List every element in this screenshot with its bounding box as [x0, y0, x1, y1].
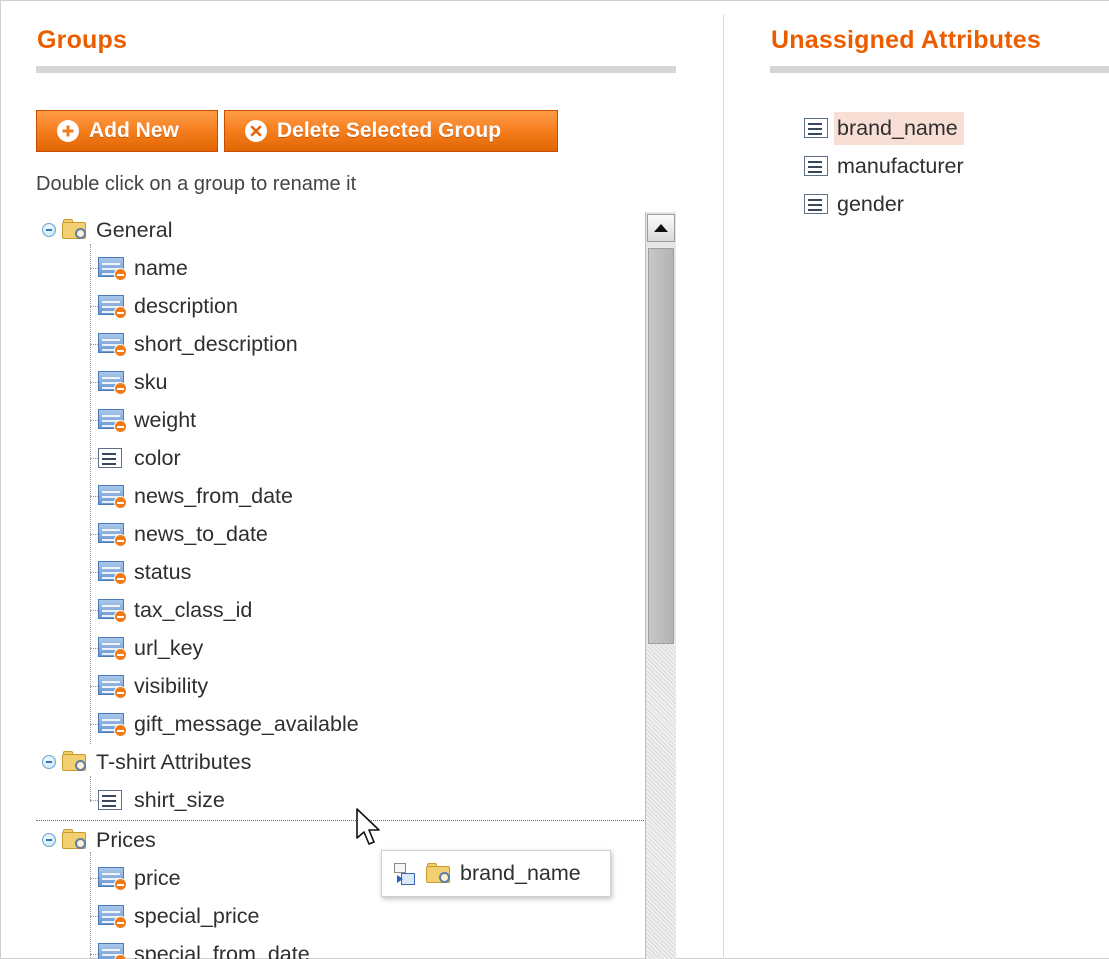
tree-item[interactable]: news_to_date [98, 515, 268, 553]
mouse-pointer-icon [356, 808, 380, 845]
delete-selected-group-button[interactable]: Delete Selected Group [224, 110, 558, 152]
tree-guide-prices [90, 852, 91, 959]
tree-scrollbar[interactable] [645, 212, 676, 959]
tree-item[interactable]: color [98, 439, 181, 477]
system-attribute-icon [98, 369, 128, 395]
group-general[interactable]: General [42, 211, 173, 249]
tree-item-label: sku [134, 369, 168, 394]
attribute-icon [98, 790, 122, 810]
tree-item[interactable]: weight [98, 401, 196, 439]
groups-title: Groups [37, 26, 128, 54]
folder-icon [62, 829, 88, 851]
system-attribute-icon [98, 407, 128, 433]
tree-item-label: gift_message_available [134, 711, 359, 736]
tree-item-label: status [134, 559, 192, 584]
add-new-label: Add New [89, 119, 179, 142]
attribute-icon [98, 448, 122, 468]
tree-item-label: shirt_size [134, 787, 225, 812]
unassigned-attributes-title: Unassigned Attributes [771, 26, 1041, 54]
tree-item-label: news_to_date [134, 521, 268, 546]
unassigned-item[interactable]: manufacturer [804, 147, 970, 185]
tree-item-label: name [134, 255, 188, 280]
tree-item[interactable]: description [98, 287, 238, 325]
tree-item[interactable]: sku [98, 363, 167, 401]
system-attribute-icon [98, 635, 128, 661]
tree-item-label: visibility [134, 673, 209, 698]
group-prices[interactable]: Prices [42, 821, 156, 859]
move-icon [392, 861, 418, 887]
attribute-group-tree: General name description short_descripti… [40, 210, 640, 959]
attribute-icon [804, 118, 828, 138]
tree-item[interactable]: news_from_date [98, 477, 293, 515]
unassigned-item-label: brand_name [834, 111, 964, 145]
attribute-icon [804, 194, 828, 214]
tree-item-label: tax_class_id [134, 597, 253, 622]
attribute-icon [804, 156, 828, 176]
tree-item-label: special_from_date [134, 941, 310, 959]
drag-proxy-label: brand_name [460, 861, 581, 885]
system-attribute-icon [98, 483, 128, 509]
drop-indicator-line [36, 820, 646, 821]
group-tshirt-attributes[interactable]: T-shirt Attributes [42, 743, 251, 781]
tree-item[interactable]: special_price [98, 897, 259, 935]
system-attribute-icon [98, 255, 128, 281]
system-attribute-icon [98, 331, 128, 357]
tree-item[interactable]: visibility [98, 667, 208, 705]
system-attribute-icon [98, 673, 128, 699]
tree-guide-general [90, 244, 91, 744]
group-label: General [96, 217, 173, 242]
system-attribute-icon [98, 865, 128, 891]
tree-item-label: price [134, 865, 181, 890]
system-attribute-icon [98, 559, 128, 585]
tree-item[interactable]: short_description [98, 325, 298, 363]
delete-selected-group-label: Delete Selected Group [277, 119, 502, 142]
groups-title-rule [36, 66, 676, 73]
system-attribute-icon [98, 293, 128, 319]
delete-icon [245, 120, 267, 142]
tree-item-label: url_key [134, 635, 204, 660]
tree-item[interactable]: special_from_date [98, 935, 310, 959]
tree-item[interactable]: name [98, 249, 188, 287]
folder-icon [62, 219, 88, 241]
rename-hint: Double click on a group to rename it [36, 173, 357, 195]
tree-item[interactable]: gift_message_available [98, 705, 359, 743]
collapse-toggle-icon[interactable] [42, 755, 56, 769]
unassigned-item-label: manufacturer [837, 153, 964, 178]
unassigned-title-rule [770, 66, 1109, 73]
collapse-toggle-icon[interactable] [42, 833, 56, 847]
tree-item[interactable]: tax_class_id [98, 591, 252, 629]
folder-icon [426, 862, 452, 885]
folder-icon [62, 751, 88, 773]
tree-item-label: short_description [134, 331, 298, 356]
tree-item-label: color [134, 445, 181, 470]
collapse-toggle-icon[interactable] [42, 223, 56, 237]
tree-item-label: weight [134, 407, 197, 432]
unassigned-item-label: gender [837, 191, 904, 216]
system-attribute-icon [98, 941, 128, 959]
add-new-group-button[interactable]: Add New [36, 110, 218, 152]
scrollbar-thumb[interactable] [648, 248, 674, 644]
tree-item[interactable]: status [98, 553, 191, 591]
tree-item[interactable]: price [98, 859, 181, 897]
system-attribute-icon [98, 521, 128, 547]
column-divider [723, 14, 724, 959]
tree-item-label: special_price [134, 903, 260, 928]
tree-item-label: description [134, 293, 238, 318]
tree-item[interactable]: url_key [98, 629, 203, 667]
system-attribute-icon [98, 903, 128, 929]
unassigned-item[interactable]: gender [804, 185, 910, 223]
unassigned-item[interactable]: brand_name [804, 109, 964, 147]
system-attribute-icon [98, 711, 128, 737]
group-label: T-shirt Attributes [96, 749, 252, 774]
plus-icon [57, 120, 79, 142]
drag-proxy: brand_name [381, 850, 611, 897]
tree-item[interactable]: shirt_size [98, 781, 225, 819]
scrollbar-track[interactable] [646, 644, 676, 959]
system-attribute-icon [98, 597, 128, 623]
tree-item-label: news_from_date [134, 483, 293, 508]
group-label: Prices [96, 827, 156, 852]
scroll-up-arrow-icon[interactable] [647, 214, 675, 242]
